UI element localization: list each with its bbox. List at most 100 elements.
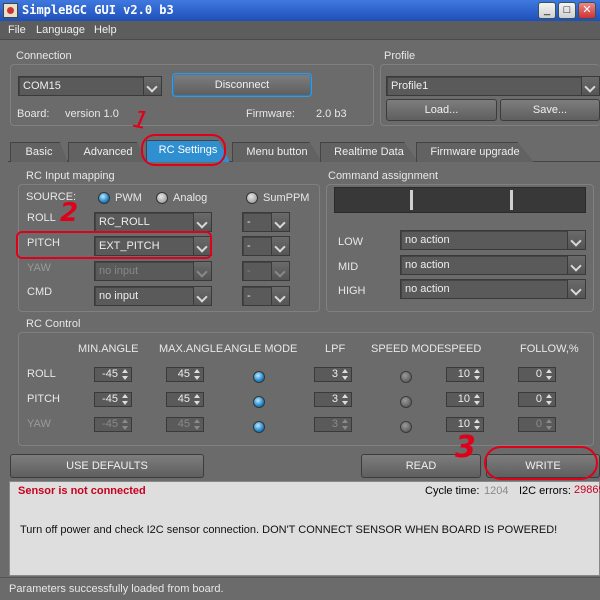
spinner-arrows-icon [121,394,130,405]
app-icon [3,3,18,18]
pitch-min-angle-value: -45 [102,393,118,405]
yaw-follow-value: 0 [535,418,542,430]
header-speed-mode: SPEED MODE [371,343,445,355]
roll-extra-select[interactable]: - [242,212,290,232]
spinner-arrows-icon [193,419,202,430]
yaw-min-angle-spinner[interactable]: -45 [94,417,132,432]
chevron-down-icon [271,262,289,280]
pitch-angle-mode-radio[interactable] [253,396,265,408]
source-analog-radio[interactable] [156,192,168,204]
pitch-max-angle-spinner[interactable]: 45 [166,392,204,407]
pitch-speed-spinner[interactable]: 10 [446,392,484,407]
source-pwm-label: PWM [115,192,142,204]
roll-lpf-spinner[interactable]: 3 [314,367,352,382]
tab-advanced[interactable]: Advanced [68,142,148,162]
roll-max-angle-value: 45 [177,368,190,380]
yaw-input-label: YAW [27,262,51,274]
menu-help[interactable]: Help [94,24,117,36]
roll-input-select[interactable]: RC_ROLL [94,212,212,232]
menu-file[interactable]: File [8,24,26,36]
source-sumppm-radio[interactable] [246,192,258,204]
spinner-arrows-icon [341,394,350,405]
spinner-arrows-icon [193,369,202,380]
close-button[interactable]: ✕ [578,2,596,19]
yaw-lpf-spinner[interactable]: 3 [314,417,352,432]
pitch-speed-mode-radio[interactable] [400,396,412,408]
chevron-down-icon [143,77,161,95]
source-pwm-radio[interactable] [98,192,110,204]
header-speed: SPEED [444,343,482,355]
command-label: Command assignment [328,170,439,182]
yaw-follow-spinner[interactable]: 0 [518,417,556,432]
i2c-errors-clip: 29869 [574,484,600,498]
yaw-extra-select[interactable]: - [242,261,290,281]
use-defaults-button[interactable]: USE DEFAULTS [10,454,204,478]
cmd-input-value: no input [99,290,139,302]
roll-angle-mode-radio[interactable] [253,371,265,383]
spinner-arrows-icon [121,369,130,380]
roll-max-angle-spinner[interactable]: 45 [166,367,204,382]
command-high-threshold-marker[interactable] [510,190,513,210]
yaw-input-value: no input [99,265,139,277]
high-action-select[interactable]: no action [400,279,586,299]
spinner-arrows-icon [473,369,482,380]
roll-speed-spinner[interactable]: 10 [446,367,484,382]
chevron-down-icon [193,262,211,280]
load-button[interactable]: Load... [386,99,497,121]
yaw-extra-value: - [247,265,251,277]
sensor-status: Sensor is not connected [18,485,146,497]
maximize-button[interactable]: □ [558,2,576,19]
yaw-min-angle-value: -45 [102,418,118,430]
rc-control-label: RC Control [26,318,81,330]
yaw-input-select[interactable]: no input [94,261,212,281]
profile-value: Profile1 [391,80,429,92]
mid-action-select[interactable]: no action [400,255,586,275]
roll-control-label: ROLL [27,368,56,380]
roll-min-angle-spinner[interactable]: -45 [94,367,132,382]
tab-menu-button[interactable]: Menu button [232,142,322,162]
i2c-errors-label: I2C errors: [519,485,571,497]
port-value: COM15 [23,80,61,92]
cmd-input-label: CMD [27,286,53,298]
yaw-max-angle-value: 45 [177,418,190,430]
yaw-angle-mode-radio[interactable] [253,421,265,433]
menu-language[interactable]: Language [36,24,85,36]
spinner-arrows-icon [193,394,202,405]
save-button[interactable]: Save... [500,99,600,121]
roll-lpf-value: 3 [331,368,338,380]
pitch-extra-value: - [247,240,251,252]
annotation-number-three: 3 [455,430,476,465]
minimize-button[interactable]: _ [538,2,556,19]
roll-input-label: ROLL [27,212,56,224]
tab-firmware-upgrade[interactable]: Firmware upgrade [416,142,534,162]
cmd-extra-select[interactable]: - [242,286,290,306]
profile-select[interactable]: Profile1 [386,76,600,96]
chevron-down-icon [567,256,585,274]
roll-follow-spinner[interactable]: 0 [518,367,556,382]
port-select[interactable]: COM15 [18,76,162,96]
pitch-max-angle-value: 45 [177,393,190,405]
yaw-speed-mode-radio[interactable] [400,421,412,433]
tab-basic[interactable]: Basic [10,142,68,162]
yaw-speed-value: 10 [457,418,470,430]
chevron-down-icon [567,280,585,298]
disconnect-button[interactable]: Disconnect [173,74,311,96]
command-level-bar [334,187,586,213]
pitch-lpf-spinner[interactable]: 3 [314,392,352,407]
yaw-max-angle-spinner[interactable]: 45 [166,417,204,432]
annotation-circle-pitch [16,231,212,259]
tab-realtime-data[interactable]: Realtime Data [320,142,418,162]
mid-label: MID [338,261,359,273]
roll-speed-mode-radio[interactable] [400,371,412,383]
pitch-follow-spinner[interactable]: 0 [518,392,556,407]
roll-speed-value: 10 [457,368,470,380]
header-angle-mode: ANGLE MODE [224,343,298,355]
low-label: LOW [338,236,364,248]
low-action-select[interactable]: no action [400,230,586,250]
roll-extra-value: - [247,216,251,228]
high-label: HIGH [338,285,366,297]
cmd-input-select[interactable]: no input [94,286,212,306]
command-low-threshold-marker[interactable] [410,190,413,210]
pitch-extra-select[interactable]: - [242,236,290,256]
pitch-min-angle-spinner[interactable]: -45 [94,392,132,407]
